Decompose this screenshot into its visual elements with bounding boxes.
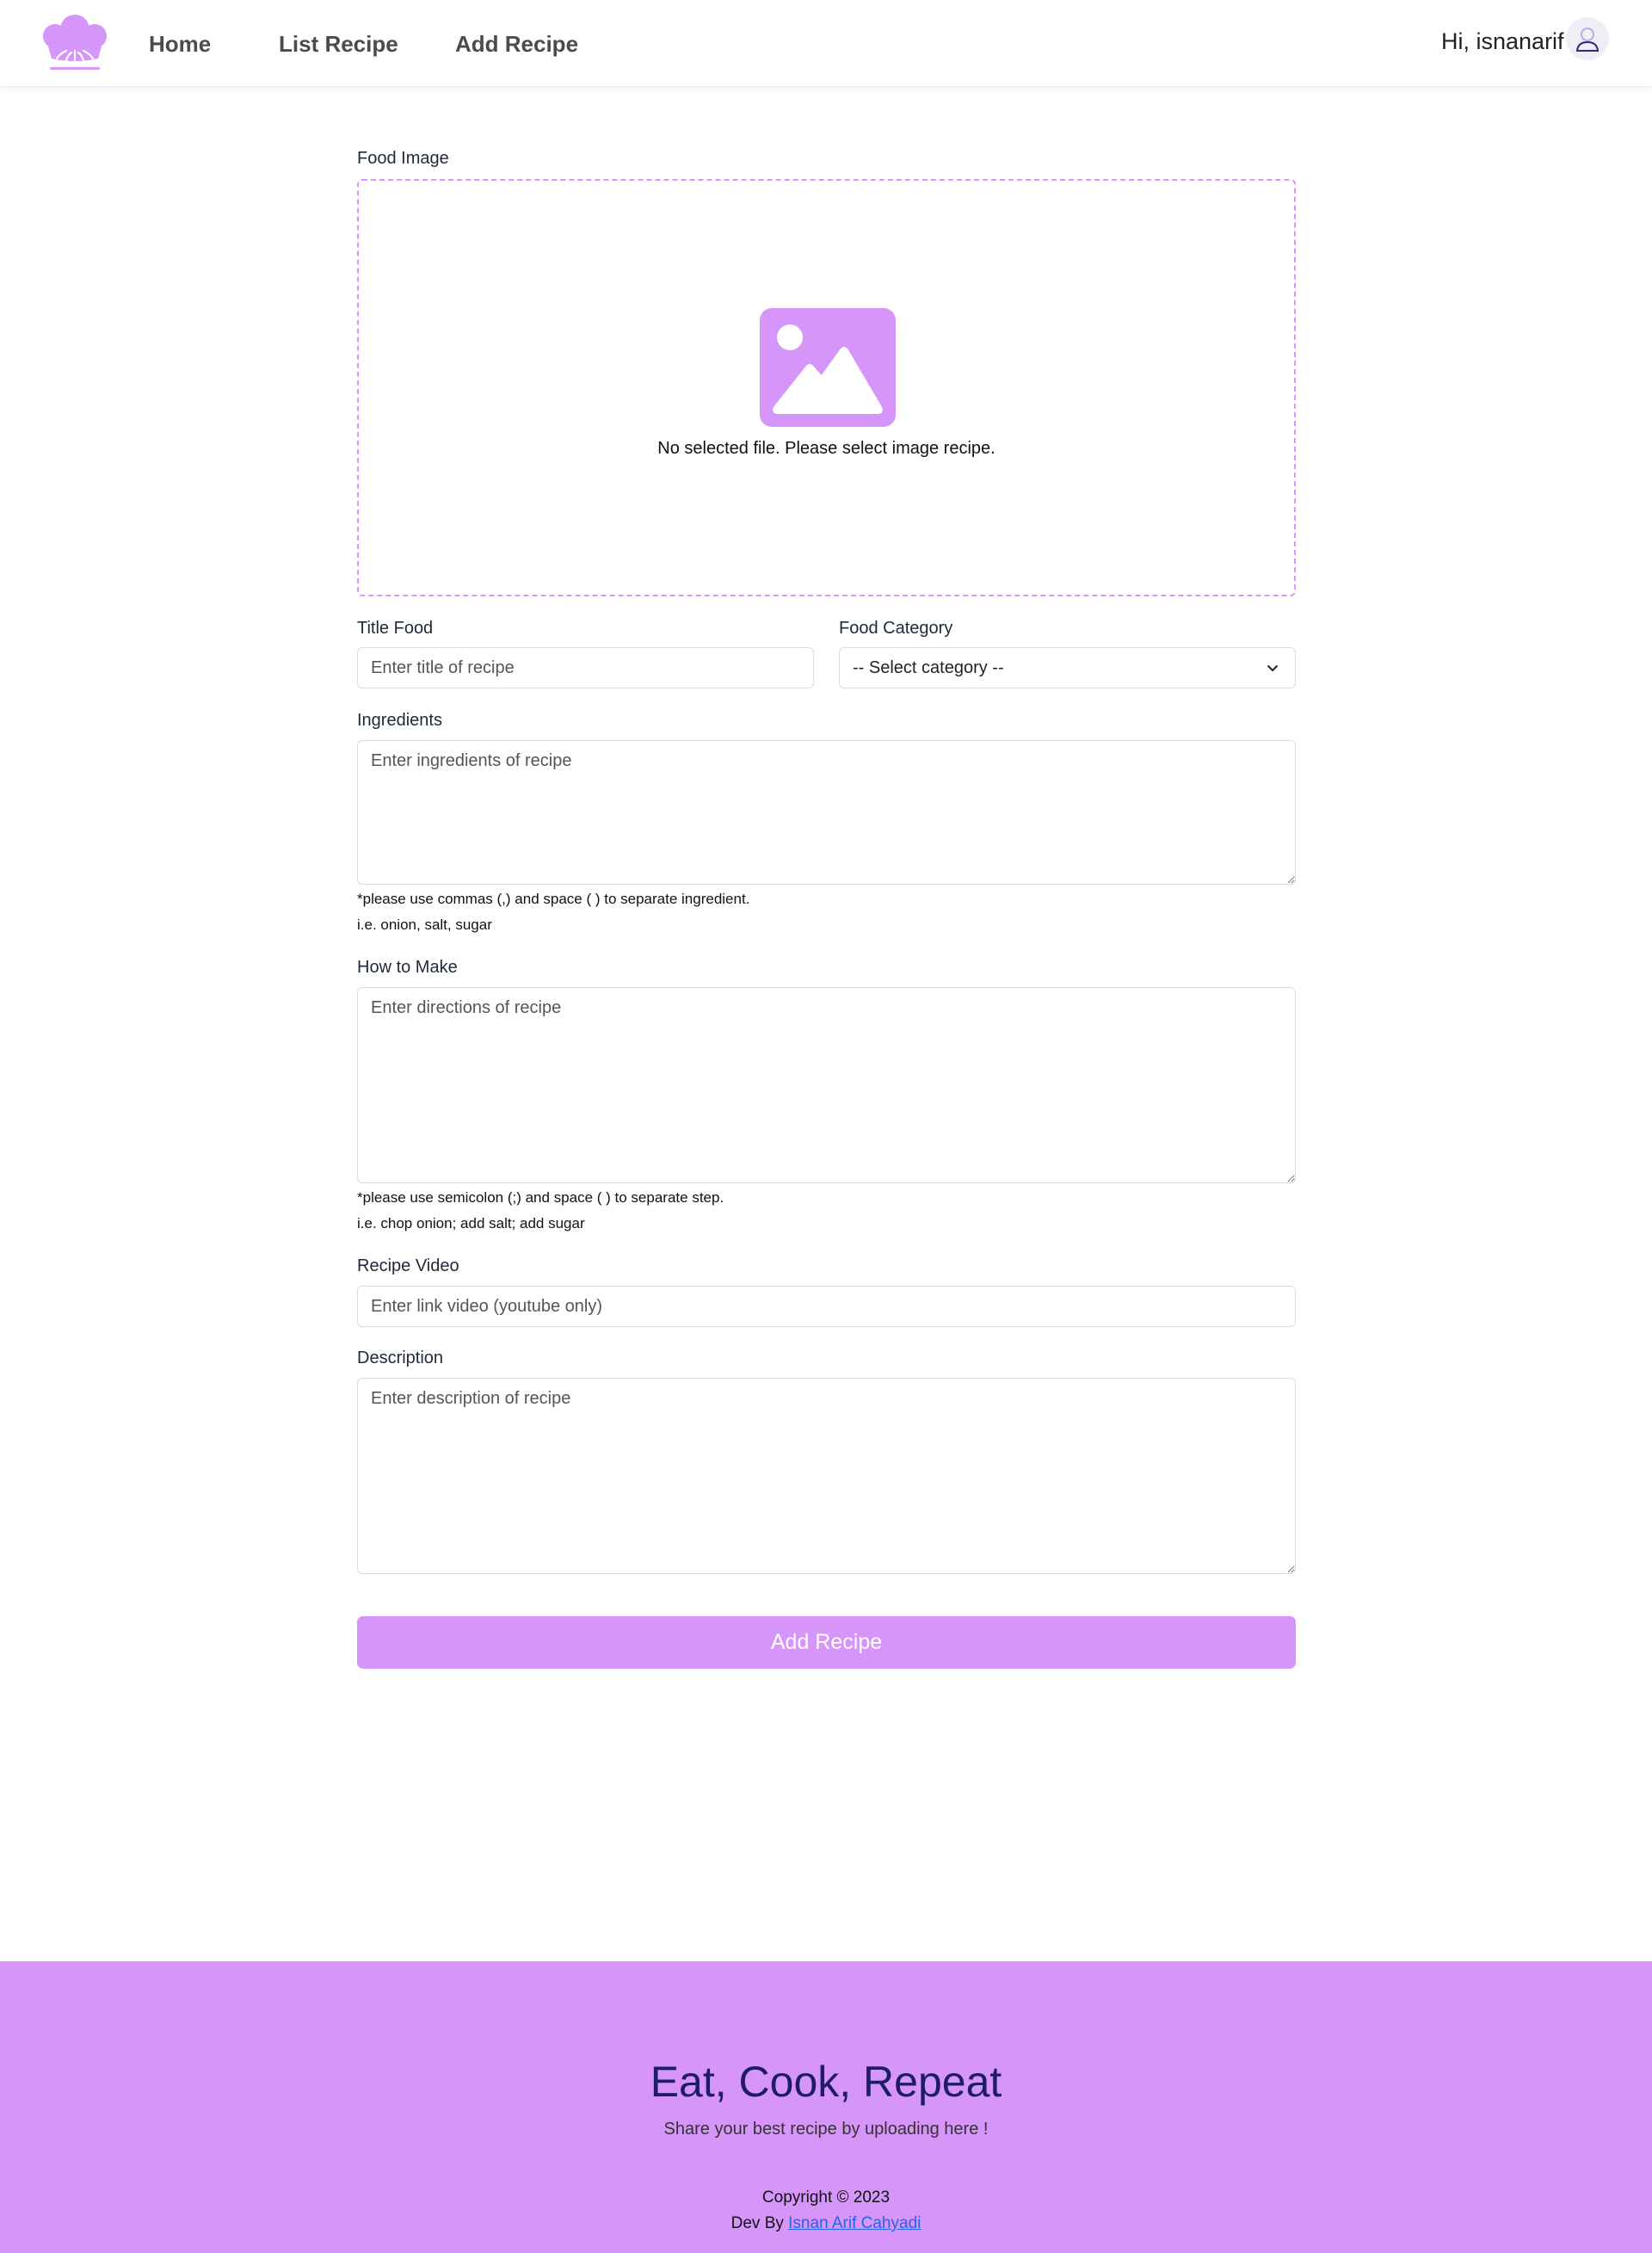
image-placeholder-icon xyxy=(760,308,896,427)
dev-name-link[interactable]: Isnan Arif Cahyadi xyxy=(788,2214,921,2232)
category-selected-value: -- Select category -- xyxy=(853,658,1004,677)
dev-prefix: Dev By xyxy=(730,2214,784,2232)
nav-add-recipe[interactable]: Add Recipe xyxy=(455,29,578,59)
ingredients-example: i.e. onion, salt, sugar xyxy=(357,917,492,933)
recipe-video-input[interactable] xyxy=(357,1286,1296,1327)
user-greeting: Hi, isnanarif xyxy=(1441,28,1564,54)
how-to-make-textarea[interactable] xyxy=(357,987,1296,1183)
title-food-label: Title Food xyxy=(357,619,434,638)
add-recipe-button[interactable]: Add Recipe xyxy=(357,1616,1296,1669)
dropzone-text: No selected file. Please select image re… xyxy=(657,439,996,458)
title-food-input[interactable] xyxy=(357,647,814,688)
how-to-make-label: How to Make xyxy=(357,958,458,977)
nav-home[interactable]: Home xyxy=(149,29,211,59)
footer-subtitle: Share your best recipe by uploading here… xyxy=(663,2120,989,2139)
description-textarea[interactable] xyxy=(357,1378,1296,1574)
user-icon xyxy=(1575,28,1600,52)
navbar: Home List Recipe Add Recipe Hi, isnanari… xyxy=(0,0,1652,87)
recipe-video-label: Recipe Video xyxy=(357,1256,459,1275)
food-category-label: Food Category xyxy=(839,619,953,638)
description-label: Description xyxy=(357,1349,444,1367)
ingredients-hint: *please use commas (,) and space ( ) to … xyxy=(357,891,750,907)
how-to-make-example: i.e. chop onion; add salt; add sugar xyxy=(357,1215,585,1231)
footer-dev-credit: Dev By Isnan Arif Cahyadi xyxy=(0,2214,1652,2233)
footer: Eat, Cook, Repeat Share your best recipe… xyxy=(0,1961,1652,2253)
chevron-down-icon xyxy=(1267,665,1278,671)
ingredients-label: Ingredients xyxy=(357,711,442,730)
footer-title: Eat, Cook, Repeat xyxy=(650,2058,1002,2106)
nav-list-recipe[interactable]: List Recipe xyxy=(279,29,398,59)
food-image-label: Food Image xyxy=(357,149,449,168)
image-dropzone[interactable]: No selected file. Please select image re… xyxy=(357,179,1296,596)
food-category-select[interactable]: -- Select category -- xyxy=(839,647,1296,688)
how-to-make-hint: *please use semicolon (;) and space ( ) … xyxy=(357,1189,724,1206)
user-avatar[interactable] xyxy=(1566,17,1609,60)
footer-copyright: Copyright © 2023 xyxy=(761,2188,891,2207)
ingredients-textarea[interactable] xyxy=(357,740,1296,885)
chef-hat-logo[interactable] xyxy=(38,10,112,72)
